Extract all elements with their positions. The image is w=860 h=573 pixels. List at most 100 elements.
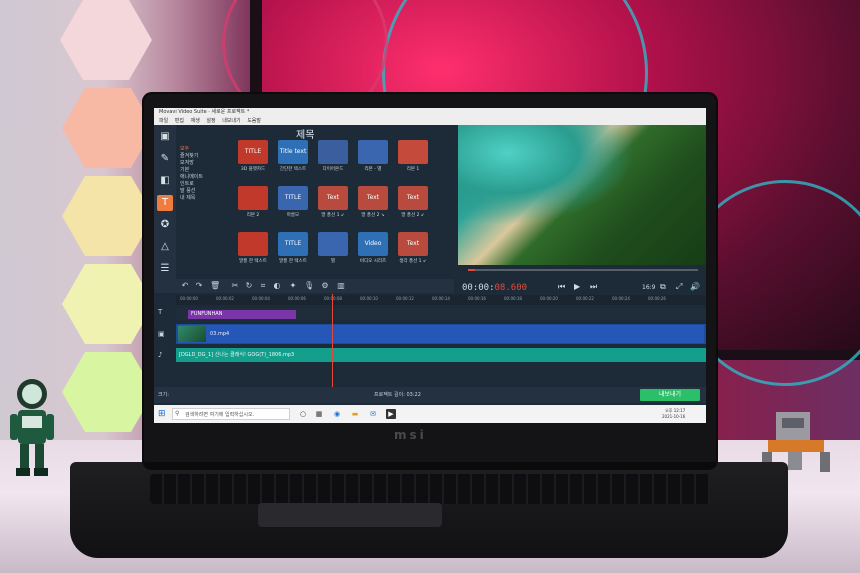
more-icon[interactable]: ☰ [157,261,173,277]
video-preview[interactable] [458,125,706,265]
title-tile-thumbnail: TITLE HERE [278,232,308,256]
volume-icon[interactable]: 🔊 [690,282,700,291]
taskbar-search-input[interactable]: 검색하려면 여기에 입력하십시오. [172,408,290,420]
laptop-touchpad [258,503,442,527]
title-tile[interactable]: Title text here 간단한 텍스트 [274,140,312,174]
sticker-icon[interactable]: ✪ [157,217,173,233]
title-track[interactable]: FUNFUNHAN [176,308,706,320]
brand-logo: msi [394,428,427,442]
title-tile-thumbnail [318,140,348,164]
edge-icon[interactable]: ◉ [332,409,342,419]
menu-play[interactable]: 재생 [191,118,200,124]
title-tile[interactable]: TITLE HERE 말풍 한 텍스트 [274,232,312,266]
title-tile[interactable]: 리본 2 [234,186,272,220]
title-tile[interactable]: Text 말 풍선 2 ↘ [354,186,392,220]
panel-heading: 제목 [296,130,315,141]
menu-settings[interactable]: 설정 [206,118,215,124]
title-tile[interactable]: Text 말 풍선 1 ↙ [314,186,352,220]
equalizer-icon[interactable]: ▥ [336,281,346,291]
audio-clip[interactable]: [DGLD_DG_1] 신나는 클래식! GOG(T)_1806.mp3 [176,350,706,360]
title-tile[interactable]: Video Series 비디오 시리즈 [354,232,392,266]
seek-progress [468,269,475,271]
popout-icon[interactable]: ⧉ [660,282,666,292]
category-item[interactable]: 기본 [180,167,230,174]
cut-icon[interactable]: ✂ [230,281,240,291]
aspect-ratio-button[interactable]: 16:9 [642,284,655,291]
next-frame-icon[interactable]: ⏭ [590,282,597,292]
menu-file[interactable]: 파일 [159,118,168,124]
menu-export[interactable]: 내보내기 [222,118,240,124]
tool-sidebar: ▣ ✎ ◧ T ✪ △ ☰ [154,125,176,285]
export-button[interactable]: 내보내기 [640,389,700,401]
media-icon[interactable]: ▣ [157,129,173,145]
title-clip[interactable]: FUNFUNHAN [188,310,296,319]
category-item[interactable]: 말 풍선 [180,188,230,195]
title-tile[interactable]: Text 말 풍선 2 ↙ [394,186,432,220]
mail-icon[interactable]: ✉ [368,409,378,419]
title-tile-thumbnail: TITLE [238,140,268,164]
shape-icon[interactable]: △ [157,239,173,255]
title-tile[interactable]: 다이어몬드 [314,140,352,174]
menu-help[interactable]: 도움말 [247,118,261,124]
task-view-icon[interactable]: ○ [298,409,308,419]
title-tile[interactable]: 말풍 한 텍스트 [234,232,272,266]
zoom-label: 크기: [158,392,169,398]
movavi-taskbar-icon[interactable]: ▶ [386,409,396,419]
settings-icon[interactable]: ⚙ [320,281,330,291]
app-titlebar: Movavi Video Suite · 새로운 프로젝트 * [154,108,706,117]
video-track[interactable]: 03.mp4 [176,324,706,344]
delete-icon[interactable]: 🗑 [210,281,220,291]
category-item[interactable]: 즐겨찾기 [180,153,230,160]
title-tile-label: 마름모 [286,213,300,218]
ai-icon[interactable]: ✦ [288,281,298,291]
rotate-icon[interactable]: ↻ [244,281,254,291]
title-track-icon: T [158,308,163,316]
menu-edit[interactable]: 편집 [175,118,184,124]
crop-icon[interactable]: ⌗ [258,281,268,291]
astronaut-figurine [10,379,54,476]
color-icon[interactable]: ◐ [272,281,282,291]
category-item[interactable]: 내 제목 [180,195,230,202]
windows-start-icon[interactable]: ⊞ [158,409,166,419]
title-tile-thumbnail: TITLE TEXT [278,186,308,210]
title-tile[interactable]: TITLE 3D 플랫카드 [234,140,272,174]
video-clip[interactable]: 03.mp4 [178,325,704,343]
timeline-footer: 크기: 프로젝트 길이: 03:22 내보내기 [154,387,706,403]
system-clock: 오후 12:17 2021-10-16 [662,408,685,420]
audio-track[interactable]: [DGLD_DG_1] 신나는 클래식! GOG(T)_1806.mp3 [176,348,706,362]
category-item[interactable]: 애니메이트 [180,174,230,181]
timecode: 00:00:08.600 [462,283,527,293]
title-tile[interactable]: TITLE TEXT 마름모 [274,186,312,220]
filter-icon[interactable]: ✎ [157,151,173,167]
widgets-icon[interactable]: ▦ [314,409,324,419]
playhead[interactable] [332,294,333,394]
laptop-keyboard [150,474,710,504]
title-tile[interactable]: 별 [314,232,352,266]
title-tile-label: 리본 2 [246,213,260,218]
title-tile[interactable]: 리본 - 별 [354,140,392,174]
timeline-ruler[interactable]: 00:00:0000:00:0200:00:0400:00:0600:00:08… [176,295,706,305]
seek-bar[interactable] [468,269,698,271]
explorer-icon[interactable]: ▬ [350,409,360,419]
title-tile[interactable]: Text 생각 풍선 1 ↙ [394,232,432,266]
record-audio-icon[interactable]: 🎙 [304,281,314,291]
title-tile-thumbnail: Text [358,186,388,210]
title-tile-thumbnail [398,140,428,164]
fullscreen-icon[interactable]: ⤢ [676,282,682,292]
category-item[interactable]: 인트로 [180,181,230,188]
transition-icon[interactable]: ◧ [157,173,173,189]
prev-frame-icon[interactable]: ⏮ [558,282,565,292]
ruler-tick-label: 00:00:26 [648,296,666,301]
category-item[interactable]: 모두 [180,146,230,153]
app-title: Movavi Video Suite · 새로운 프로젝트 * [159,109,250,115]
play-icon[interactable]: ▶ [574,282,580,291]
hex-panel [62,264,154,344]
undo-icon[interactable]: ↶ [180,281,190,291]
ruler-tick-label: 00:00:18 [504,296,522,301]
ruler-tick-label: 00:00:14 [432,296,450,301]
category-item[interactable]: 모져망 [180,160,230,167]
title-tile[interactable]: 리본 1 [394,140,432,174]
redo-icon[interactable]: ↷ [194,281,204,291]
photo-scene: msi Movavi Video Suite · 새로운 프로젝트 * 파일 편… [0,0,860,573]
title-icon[interactable]: T [157,195,173,211]
